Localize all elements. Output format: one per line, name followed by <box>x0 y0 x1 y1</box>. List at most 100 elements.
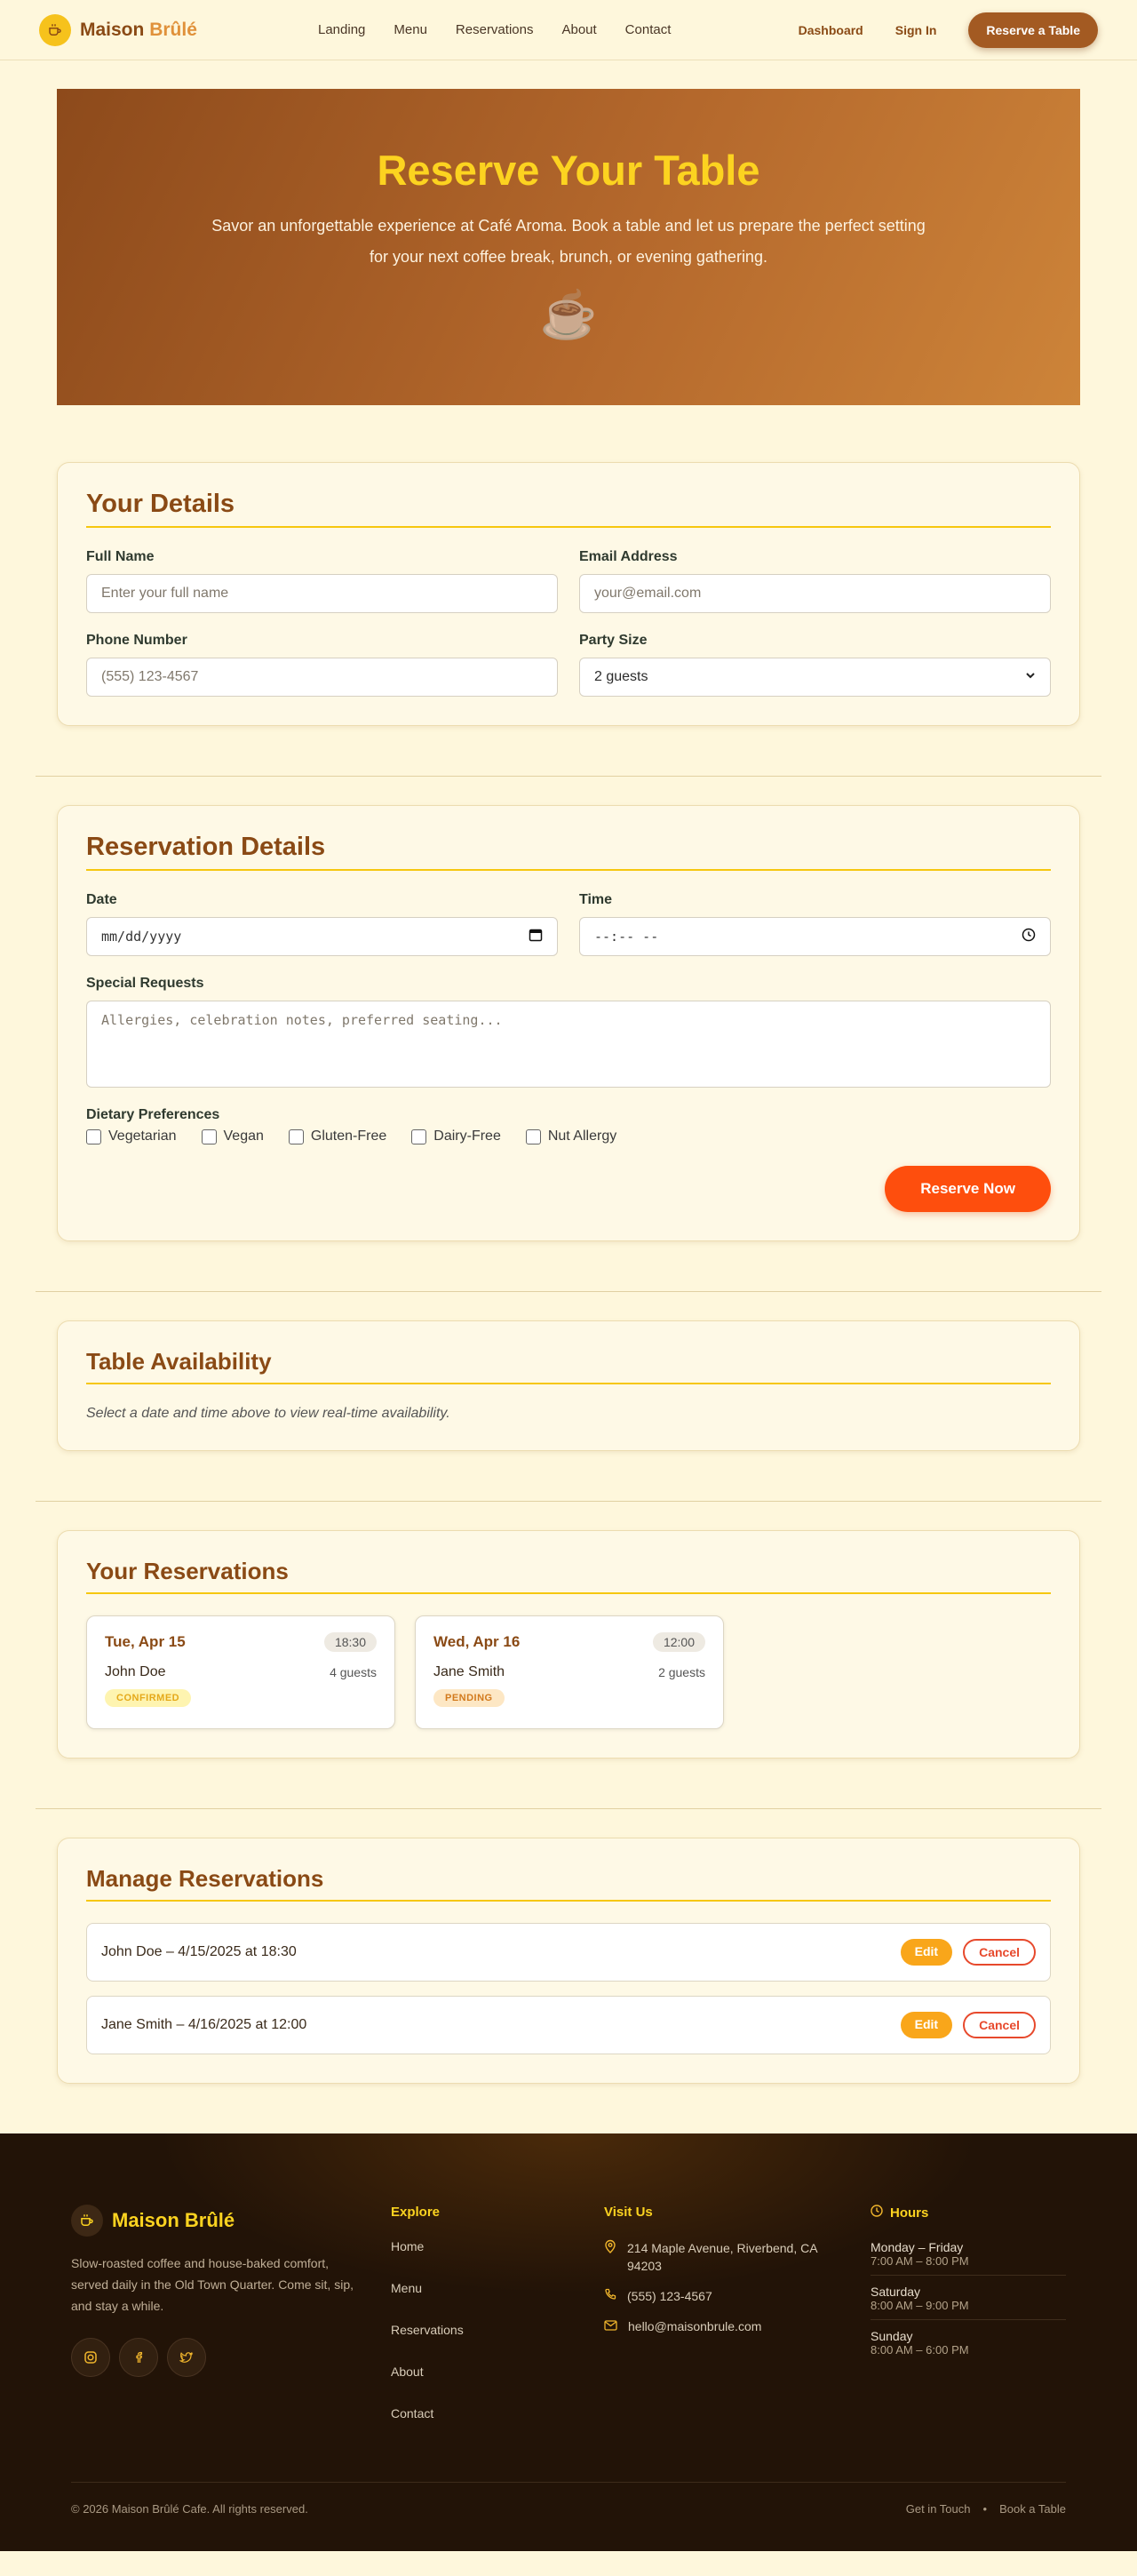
phone-icon <box>604 2287 616 2305</box>
hours-entry: Sunday 8:00 AM – 6:00 PM <box>871 2329 969 2357</box>
date-input[interactable]: mm/dd/yyyy <box>86 917 558 956</box>
date-label: Date <box>86 892 117 907</box>
reservation-card[interactable]: Wed, Apr 16 12:00 Jane Smith 2 guests PE… <box>415 1615 724 1729</box>
footer-hours-title: Hours <box>871 2205 1066 2221</box>
twitter-icon[interactable] <box>167 2338 206 2377</box>
calendar-icon[interactable] <box>529 928 543 946</box>
time-input[interactable]: --:-- -- <box>579 917 1051 956</box>
coffee-cup-icon <box>39 13 71 46</box>
reservation-name: John Doe <box>105 1664 166 1679</box>
reserve-now-button[interactable]: Reserve Now <box>885 1166 1051 1212</box>
footer: Maison Brûlé Slow-roasted coffee and hou… <box>0 2133 1137 2551</box>
edit-button[interactable]: Edit <box>900 2012 953 2038</box>
edit-button[interactable]: Edit <box>900 1939 953 1966</box>
footer-link-home[interactable]: Home <box>391 2239 604 2253</box>
clock-icon[interactable] <box>1022 928 1036 946</box>
reserve-table-button[interactable]: Reserve a Table <box>968 12 1098 48</box>
dietary-vegan-checkbox[interactable]: Vegan <box>201 1128 264 1144</box>
table-availability-card: Table Availability Select a date and tim… <box>57 1320 1080 1451</box>
manage-row: John Doe – 4/15/2025 at 18:30 Edit Cance… <box>86 1923 1051 1982</box>
special-requests-label: Special Requests <box>86 976 204 991</box>
dietary-label: Dietary Preferences <box>86 1107 220 1122</box>
email-label: Email Address <box>579 549 678 564</box>
coffee-cup-icon <box>71 2205 103 2237</box>
coffee-cup-icon: ☕ <box>539 290 598 341</box>
section-divider <box>36 1808 1101 1809</box>
copyright: © 2026 Maison Brûlé Cafe. All rights res… <box>71 2502 308 2516</box>
section-title: Your Reservations <box>86 1558 1051 1594</box>
footer-address: 214 Maple Avenue, Riverbend, CA 94203 <box>627 2241 817 2273</box>
top-nav: Maison Brûlé Landing Menu Reservations A… <box>0 0 1137 60</box>
brand[interactable]: Maison Brûlé <box>39 13 197 46</box>
hero-title: Reserve Your Table <box>377 147 760 194</box>
your-reservations-card: Your Reservations Tue, Apr 15 18:30 John… <box>57 1530 1080 1759</box>
nav-link-reservations[interactable]: Reservations <box>456 22 534 37</box>
dietary-dairy-free-checkbox[interactable]: Dairy-Free <box>411 1128 501 1144</box>
clock-icon <box>871 2205 883 2221</box>
footer-phone[interactable]: (555) 123-4567 <box>627 2287 712 2305</box>
footer-link-contact[interactable]: Contact <box>391 2406 604 2420</box>
full-name-input[interactable]: Enter your full name <box>86 574 558 613</box>
location-pin-icon <box>604 2239 616 2275</box>
cancel-button[interactable]: Cancel <box>963 1939 1036 1966</box>
reservation-guests: 2 guests <box>658 1665 705 1679</box>
dietary-gluten-free-checkbox[interactable]: Gluten-Free <box>288 1128 386 1144</box>
footer-tagline: Slow-roasted coffee and house-baked comf… <box>71 2256 354 2313</box>
availability-hint: Select a date and time above to view rea… <box>86 1406 450 1421</box>
mail-icon <box>604 2317 617 2335</box>
hours-entry: Monday – Friday 7:00 AM – 8:00 PM <box>871 2240 1066 2276</box>
footer-brand[interactable]: Maison Brûlé <box>71 2205 391 2237</box>
your-details-card: Your Details Full Name Enter your full n… <box>57 462 1080 726</box>
sign-in-link[interactable]: Sign In <box>895 23 937 37</box>
reservation-name: Jane Smith <box>433 1664 505 1679</box>
reservation-time: 18:30 <box>323 1632 377 1652</box>
nav-actions: Dashboard Sign In Reserve a Table <box>799 12 1098 48</box>
hero-subtitle: Savor an unforgettable experience at Caf… <box>211 217 926 266</box>
status-badge: CONFIRMED <box>105 1689 192 1707</box>
nav-link-landing[interactable]: Landing <box>318 22 365 37</box>
manage-row-text: Jane Smith – 4/16/2025 at 12:00 <box>101 2017 307 2032</box>
reservation-date: Wed, Apr 16 <box>433 1633 521 1650</box>
footer-visit-title: Visit Us <box>604 2205 653 2220</box>
nav-link-contact[interactable]: Contact <box>625 22 672 37</box>
party-size-label: Party Size <box>579 633 648 648</box>
section-divider <box>36 1501 1101 1502</box>
nav-links: Landing Menu Reservations About Contact <box>318 22 671 37</box>
manage-row: Jane Smith – 4/16/2025 at 12:00 Edit Can… <box>86 1996 1051 2054</box>
party-size-select[interactable]: 2 guests <box>579 658 1051 697</box>
book-a-table-link[interactable]: Book a Table <box>999 2502 1066 2516</box>
hours-entry: Saturday 8:00 AM – 9:00 PM <box>871 2285 1066 2320</box>
time-label: Time <box>579 892 613 907</box>
section-title: Manage Reservations <box>86 1865 1051 1902</box>
dietary-nut-allergy-checkbox[interactable]: Nut Allergy <box>525 1128 616 1144</box>
section-title: Your Details <box>86 490 1051 528</box>
status-badge: PENDING <box>433 1689 505 1707</box>
cancel-button[interactable]: Cancel <box>963 2012 1036 2038</box>
footer-email[interactable]: hello@maisonbrule.com <box>628 2317 761 2335</box>
dashboard-link[interactable]: Dashboard <box>799 23 863 37</box>
footer-link-menu[interactable]: Menu <box>391 2281 604 2295</box>
full-name-label: Full Name <box>86 549 155 564</box>
special-requests-textarea[interactable]: Allergies, celebration notes, preferred … <box>86 1001 1051 1088</box>
separator-dot: • <box>982 2502 988 2516</box>
reservation-guests: 4 guests <box>330 1665 377 1679</box>
reservation-card[interactable]: Tue, Apr 15 18:30 John Doe 4 guests CONF… <box>86 1615 395 1729</box>
footer-explore-title: Explore <box>391 2205 441 2220</box>
nav-link-about[interactable]: About <box>561 22 596 37</box>
instagram-icon[interactable] <box>71 2338 110 2377</box>
footer-bottom-bar: © 2026 Maison Brûlé Cafe. All rights res… <box>71 2482 1066 2516</box>
section-title: Table Availability <box>86 1348 1051 1384</box>
manage-row-text: John Doe – 4/15/2025 at 18:30 <box>101 1944 297 1959</box>
manage-reservations-card: Manage Reservations John Doe – 4/15/2025… <box>57 1838 1080 2084</box>
phone-input[interactable]: (555) 123-4567 <box>86 658 558 697</box>
get-in-touch-link[interactable]: Get in Touch <box>906 2502 971 2516</box>
footer-link-reservations[interactable]: Reservations <box>391 2323 604 2337</box>
dietary-vegetarian-checkbox[interactable]: Vegetarian <box>86 1128 177 1144</box>
phone-label: Phone Number <box>86 633 187 648</box>
footer-link-about[interactable]: About <box>391 2365 604 2379</box>
brand-name: Maison Brûlé <box>80 19 197 40</box>
nav-link-menu[interactable]: Menu <box>394 22 427 37</box>
facebook-icon[interactable] <box>119 2338 158 2377</box>
email-input[interactable]: your@email.com <box>579 574 1051 613</box>
reservation-time: 12:00 <box>652 1632 705 1652</box>
